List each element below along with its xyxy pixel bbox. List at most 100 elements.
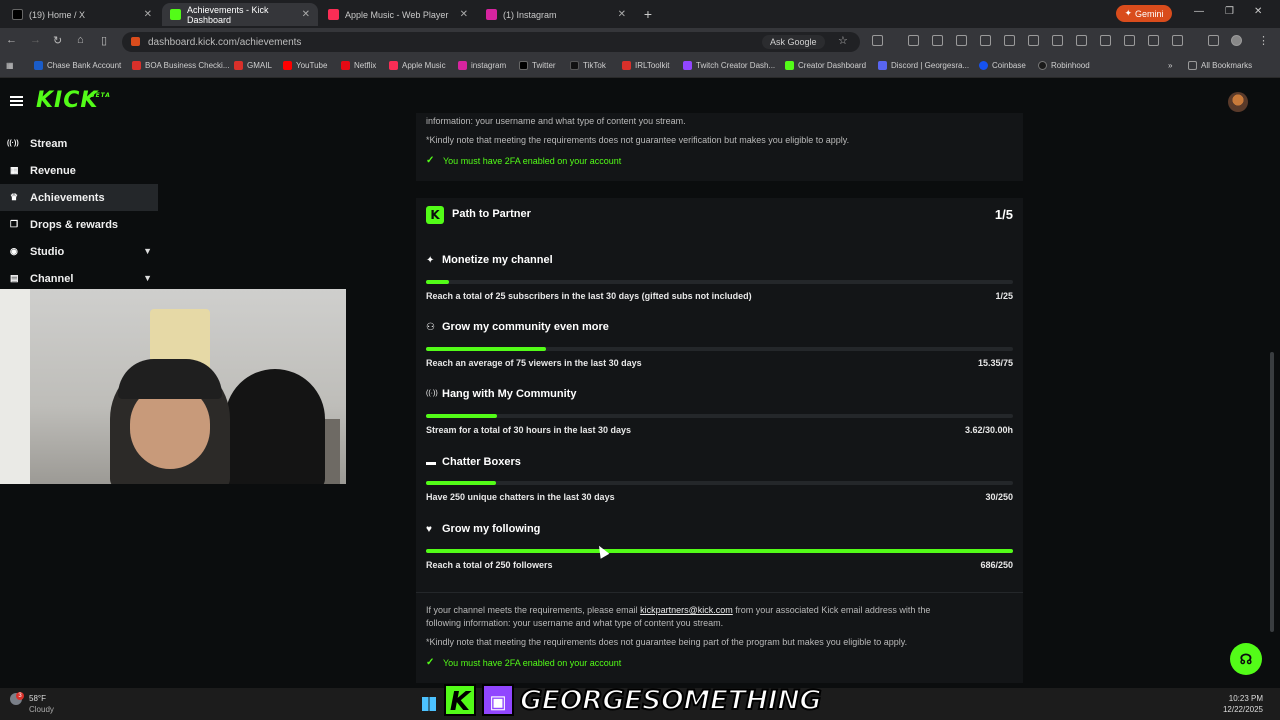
tab-instagram[interactable]: (1) Instagram ✕ xyxy=(478,3,634,26)
bookmark-gmail[interactable]: GMAIL xyxy=(234,61,272,70)
chevron-down-icon[interactable]: ▼ xyxy=(143,273,152,283)
studio-icon: ◉ xyxy=(10,246,18,256)
webcam-streamer-cap xyxy=(118,359,222,399)
bookmark-apple-music[interactable]: Apple Music xyxy=(389,61,446,70)
print-icon[interactable] xyxy=(1100,35,1111,46)
bookmarks-overflow-icon[interactable]: » xyxy=(1168,61,1172,70)
webcam-background xyxy=(0,289,30,484)
partner-footer-text-line2: following information: your username and… xyxy=(426,618,724,628)
x-icon xyxy=(12,9,23,20)
sidebar-item-achievements[interactable]: ♛ Achievements xyxy=(0,184,158,211)
page-scrollbar[interactable] xyxy=(1270,352,1274,632)
support-chat-button[interactable]: ☊ xyxy=(1230,643,1262,675)
forward-icon[interactable]: → xyxy=(30,34,41,46)
minimize-icon[interactable]: — xyxy=(1194,6,1204,17)
extension-icon[interactable] xyxy=(1004,35,1015,46)
verification-partial-text: information: your username and what type… xyxy=(426,116,686,126)
bookmark-irltoolkit[interactable]: IRLToolkit xyxy=(622,61,670,70)
bookmark-creator-dashboard[interactable]: Creator Dashboard xyxy=(785,61,866,70)
webcam-person xyxy=(225,369,325,484)
bookmark-coinbase[interactable]: Coinbase xyxy=(979,61,1026,70)
more-menu-icon[interactable]: ⋮ xyxy=(1258,34,1269,47)
extension-icon[interactable] xyxy=(1076,35,1087,46)
weather-description[interactable]: Cloudy xyxy=(29,705,54,714)
back-icon[interactable]: ← xyxy=(6,34,17,46)
live-icon: ((·)) xyxy=(426,390,438,397)
discord-icon xyxy=(878,61,887,70)
close-icon[interactable]: ✕ xyxy=(618,9,626,20)
tab-apple-music[interactable]: Apple Music - Web Player ✕ xyxy=(320,3,476,26)
extension-icon[interactable] xyxy=(908,35,919,46)
ask-google-button[interactable]: Ask Google xyxy=(762,35,825,49)
bookmark-youtube[interactable]: YouTube xyxy=(283,61,327,70)
close-icon[interactable]: ✕ xyxy=(144,9,152,20)
restore-icon[interactable]: ❐ xyxy=(1225,6,1234,17)
window-close-icon[interactable]: ✕ xyxy=(1254,6,1262,17)
extension-icon[interactable] xyxy=(956,35,967,46)
delete-icon[interactable] xyxy=(1124,35,1135,46)
sidebar-item-revenue[interactable]: ▦ Revenue xyxy=(0,157,158,184)
youtube-icon xyxy=(283,61,292,70)
sidebar-item-studio[interactable]: ◉ Studio ▼ xyxy=(0,238,158,265)
sidebar-item-stream[interactable]: ((·)) Stream xyxy=(0,130,158,157)
clock-date[interactable]: 12/22/2025 xyxy=(1208,705,1263,714)
weather-temperature[interactable]: 58°F xyxy=(29,694,46,703)
url-input[interactable]: dashboard.kick.com/achievements xyxy=(122,32,860,52)
weather-badge: 3 xyxy=(16,692,24,700)
chevron-down-icon[interactable]: ▼ xyxy=(143,246,152,256)
bookmark-instagram[interactable]: instagram xyxy=(458,61,506,70)
sidebar: ((·)) Stream ▦ Revenue ♛ Achievements ❒ … xyxy=(0,130,158,292)
bookmark-netflix[interactable]: Netflix xyxy=(341,61,376,70)
sidebar-item-channel[interactable]: ▤ Channel ▼ xyxy=(0,265,158,292)
goal-value: 15.35/75 xyxy=(977,358,1013,368)
bookmark-twitch[interactable]: Twitch Creator Dash... xyxy=(683,61,775,70)
home-icon[interactable]: ⌂ xyxy=(77,34,84,46)
close-icon[interactable]: ✕ xyxy=(302,9,310,20)
extension-icon[interactable] xyxy=(1052,35,1063,46)
download-icon[interactable] xyxy=(1172,35,1183,46)
bookmark-tiktok[interactable]: TikTok xyxy=(570,61,606,70)
sidepanel-icon[interactable]: ▯ xyxy=(101,34,107,47)
bookmark-label: TikTok xyxy=(583,61,606,70)
bookmark-label: Apple Music xyxy=(402,61,446,70)
headset-icon: ☊ xyxy=(1239,651,1253,667)
partner-email-link[interactable]: kickpartners@kick.com xyxy=(640,605,733,615)
apps-icon[interactable]: ▦ xyxy=(6,61,14,70)
goal-title: Grow my following xyxy=(442,523,541,535)
extension-icon[interactable] xyxy=(980,35,991,46)
extension-icon[interactable] xyxy=(1028,35,1039,46)
all-bookmarks[interactable]: All Bookmarks xyxy=(1188,61,1252,70)
close-icon[interactable]: ✕ xyxy=(460,9,468,20)
tab-x[interactable]: (19) Home / X ✕ xyxy=(4,3,160,26)
bookmark-discord[interactable]: Discord | Georgesra... xyxy=(878,61,969,70)
new-tab-button[interactable]: + xyxy=(640,6,656,22)
hamburger-menu-icon[interactable] xyxy=(10,96,23,106)
verification-2fa-requirement: You must have 2FA enabled on your accoun… xyxy=(443,156,622,166)
bookmark-chase[interactable]: Chase Bank Account xyxy=(34,61,121,70)
bookmark-star-icon[interactable]: ☆ xyxy=(838,34,848,47)
reload-icon[interactable]: ↻ xyxy=(53,34,62,47)
sidebar-item-drops-rewards[interactable]: ❒ Drops & rewards xyxy=(0,211,158,238)
tab-kick-dashboard[interactable]: Achievements - Kick Dashboard ✕ xyxy=(162,3,318,26)
heart-icon: ♥ xyxy=(426,524,432,535)
profile-icon[interactable] xyxy=(1231,35,1242,46)
clock-time[interactable]: 10:23 PM xyxy=(1218,694,1263,703)
sidebar-item-label: Studio xyxy=(30,245,65,258)
bookmark-twitter[interactable]: Twitter xyxy=(519,61,556,70)
site-info-icon[interactable] xyxy=(131,37,140,46)
partner-footer-text: If your channel meets the requirements, … xyxy=(426,605,930,615)
irltoolkit-icon xyxy=(622,61,631,70)
extension-icon[interactable] xyxy=(872,35,883,46)
kick-icon xyxy=(170,9,181,20)
bookmark-robinhood[interactable]: Robinhood xyxy=(1038,61,1090,70)
gemini-button[interactable]: ✦ Gemini xyxy=(1116,5,1172,22)
menu-icon[interactable] xyxy=(1208,35,1219,46)
windows-start-icon[interactable] xyxy=(422,697,436,711)
kick-logo[interactable]: KICK BETA xyxy=(36,88,110,113)
bookmark-boa[interactable]: BOA Business Checki... xyxy=(132,61,229,70)
extension-icon[interactable] xyxy=(932,35,943,46)
trophy-icon: ♛ xyxy=(10,192,19,202)
history-icon[interactable] xyxy=(1148,35,1159,46)
avatar[interactable] xyxy=(1228,92,1248,112)
goal-description: Reach a total of 25 subscribers in the l… xyxy=(426,291,752,301)
